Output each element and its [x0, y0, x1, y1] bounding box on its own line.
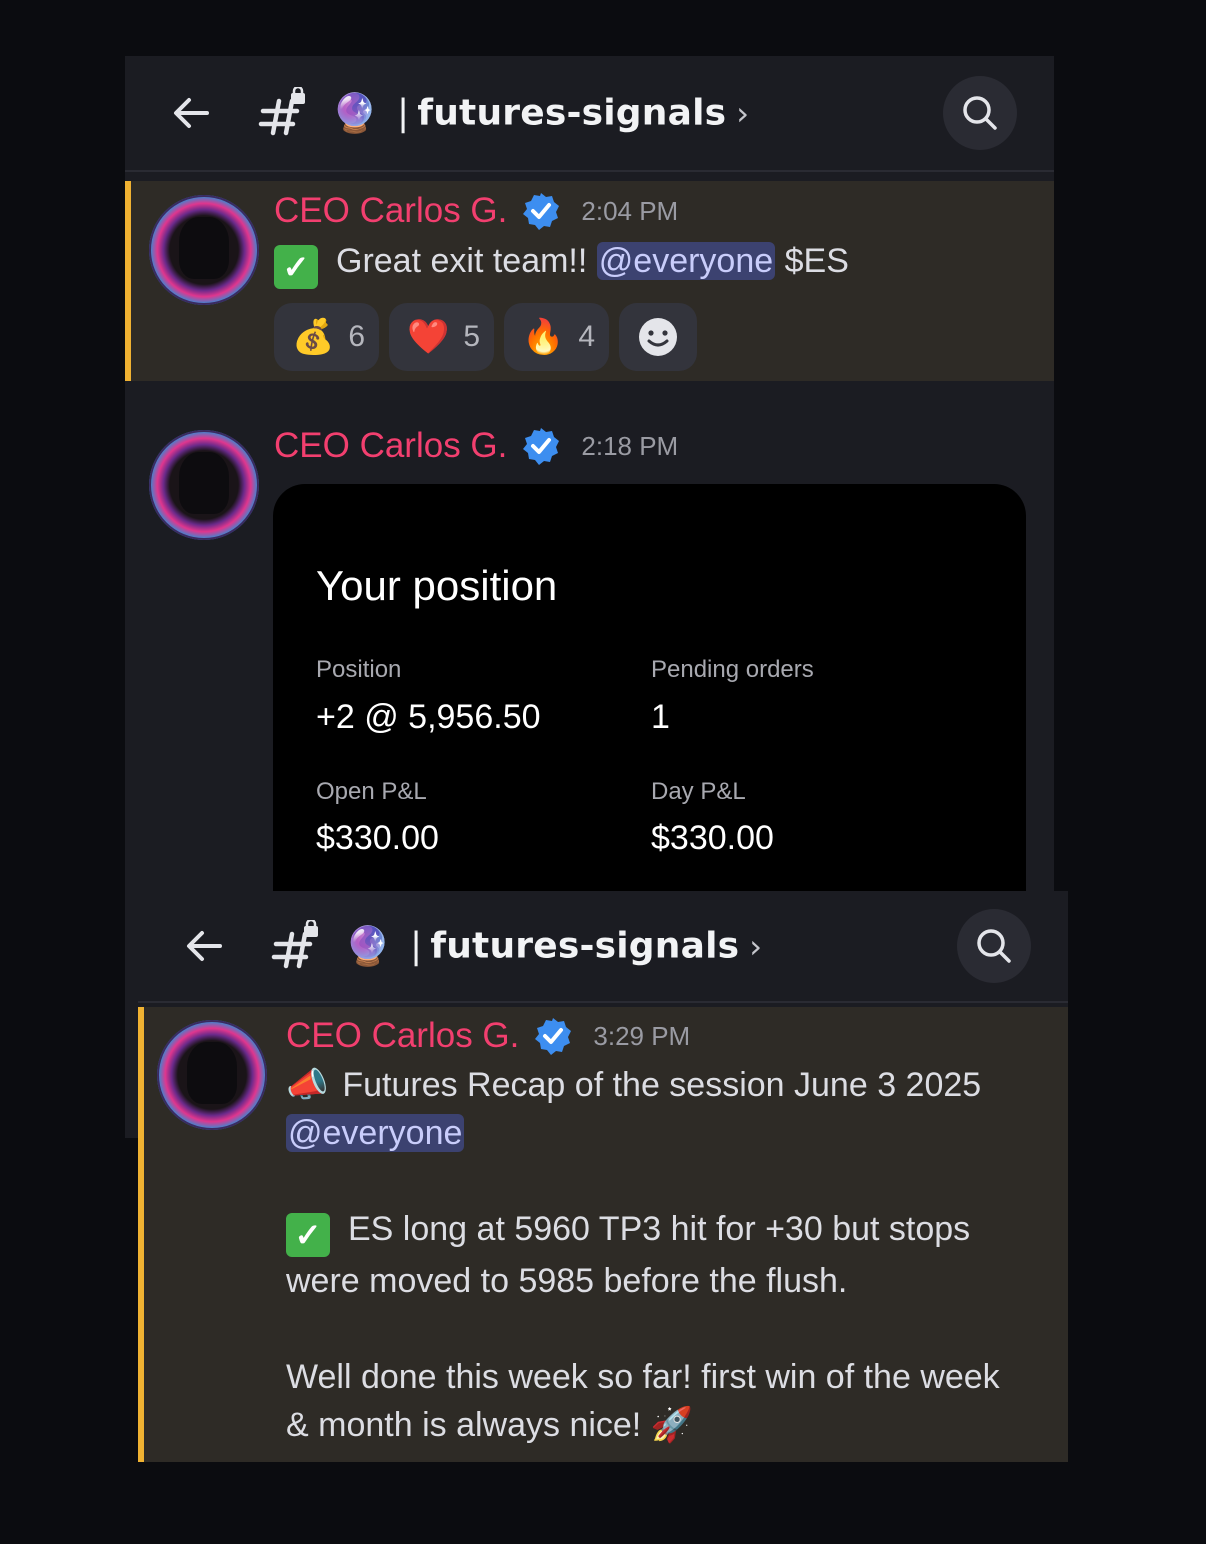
position-screenshot-attachment[interactable]: Your position Position +2 @ 5,956.50 Pen… — [273, 484, 1026, 891]
day-pnl-label: Day P&L — [651, 778, 746, 805]
message-line: Well done this week so far! first win of… — [286, 1358, 1000, 1396]
message-text: Great exit team!! — [336, 242, 588, 280]
position-value: +2 @ 5,956.50 — [316, 698, 541, 736]
message-text: ES long at 5960 TP3 hit for +30 but stop… — [348, 1210, 971, 1248]
verified-badge-icon — [535, 1018, 572, 1055]
ticker-text: $ES — [784, 242, 849, 280]
everyone-mention[interactable]: @everyone — [286, 1114, 465, 1152]
money-bag-icon: 💰 — [292, 317, 335, 357]
day-pnl-value: $330.00 — [651, 819, 774, 857]
search-icon — [977, 929, 1011, 963]
author-name[interactable]: CEO Carlos G. — [274, 426, 507, 466]
message-line: 📣 Futures Recap of the session June 3 202… — [286, 1061, 1000, 1109]
timestamp: 3:29 PM — [593, 1020, 691, 1051]
check-mark-icon: ✓ — [286, 1213, 330, 1257]
rocket-icon: 🚀 — [650, 1405, 694, 1445]
locked-hash-icon — [271, 920, 318, 969]
add-reaction-button[interactable] — [619, 303, 698, 371]
author-name[interactable]: CEO Carlos G. — [274, 191, 507, 231]
reaction-heart[interactable]: ❤️ 5 — [389, 303, 495, 371]
reaction-count: 5 — [463, 320, 481, 353]
avatar[interactable] — [149, 195, 259, 305]
message-header: CEO Carlos G. 2:18 PM — [274, 426, 678, 466]
verified-badge-icon — [523, 193, 560, 230]
card-title: Your position — [316, 562, 558, 609]
everyone-mention[interactable]: @everyone — [596, 242, 776, 280]
crystal-ball-icon: 🔮 — [344, 924, 392, 968]
heart-icon: ❤️ — [407, 317, 450, 357]
message-line: were moved to 5985 before the flush. — [286, 1262, 848, 1300]
arrow-left-icon[interactable] — [167, 89, 215, 137]
message-header: CEO Carlos G. 3:29 PM — [286, 1016, 690, 1056]
search-button[interactable] — [957, 909, 1031, 983]
search-button[interactable] — [943, 76, 1017, 150]
mentioned-message-highlight: CEO Carlos G. 2:04 PM ✓ Great exit team!!… — [125, 181, 1054, 381]
open-pnl-value: $330.00 — [316, 819, 439, 857]
author-name[interactable]: CEO Carlos G. — [286, 1016, 519, 1056]
pending-orders-label: Pending orders — [651, 656, 814, 683]
pending-orders-value: 1 — [651, 698, 670, 736]
megaphone-icon: 📣 — [286, 1066, 329, 1104]
reaction-count: 4 — [578, 320, 596, 353]
mentioned-message-highlight: CEO Carlos G. 3:29 PM 📣 Futures Recap of … — [138, 1007, 1068, 1462]
channel-header: 🔮 | futures-signals › — [125, 56, 1054, 172]
check-mark-icon: ✓ — [274, 245, 318, 289]
channel-title[interactable]: | futures-signals › — [397, 93, 749, 134]
channel-title[interactable]: | futures-signals › — [410, 926, 762, 967]
message-header: CEO Carlos G. 2:04 PM — [274, 191, 678, 231]
timestamp: 2:04 PM — [581, 195, 679, 226]
reaction-count: 6 — [348, 320, 366, 353]
chevron-right-icon: › — [736, 94, 750, 133]
arrow-left-icon[interactable] — [180, 922, 228, 970]
title-separator: | — [410, 925, 423, 967]
search-icon — [963, 96, 997, 130]
smiley-add-icon — [639, 318, 678, 356]
channel-name-text: futures-signals — [417, 92, 727, 134]
chat-panel-bottom: 🔮 | futures-signals › CEO Carlos G. 3:29 P… — [138, 891, 1068, 1462]
verified-badge-icon — [523, 428, 560, 465]
message-text: & month is always nice! — [286, 1406, 642, 1444]
open-pnl-label: Open P&L — [316, 778, 427, 805]
message-content: 📣 Futures Recap of the session June 3 202… — [286, 1061, 1000, 1449]
reaction-fire[interactable]: 🔥 4 — [504, 303, 610, 371]
locked-hash-icon — [258, 87, 305, 136]
title-separator: | — [397, 92, 410, 134]
avatar[interactable] — [149, 430, 259, 540]
crystal-ball-icon: 🔮 — [331, 91, 379, 135]
channel-header: 🔮 | futures-signals › — [138, 891, 1068, 1003]
message-line: & month is always nice! 🚀 — [286, 1401, 1000, 1449]
position-label: Position — [316, 656, 402, 683]
fire-icon: 🔥 — [522, 317, 565, 357]
timestamp: 2:18 PM — [581, 430, 679, 461]
avatar[interactable] — [157, 1020, 267, 1130]
chevron-right-icon: › — [749, 927, 763, 966]
reaction-bar: 💰 6 ❤️ 5 🔥 4 — [274, 303, 698, 371]
message-content: ✓ Great exit team!! @everyone $ES — [274, 237, 849, 289]
message-text: Futures Recap of the session June 3 2025 — [342, 1066, 982, 1104]
message-line: @everyone — [286, 1109, 1000, 1157]
reaction-money-bag[interactable]: 💰 6 — [274, 303, 380, 371]
channel-name-text: futures-signals — [430, 925, 740, 967]
message-line: ✓ ES long at 5960 TP3 hit for +30 but sto… — [286, 1205, 1000, 1257]
